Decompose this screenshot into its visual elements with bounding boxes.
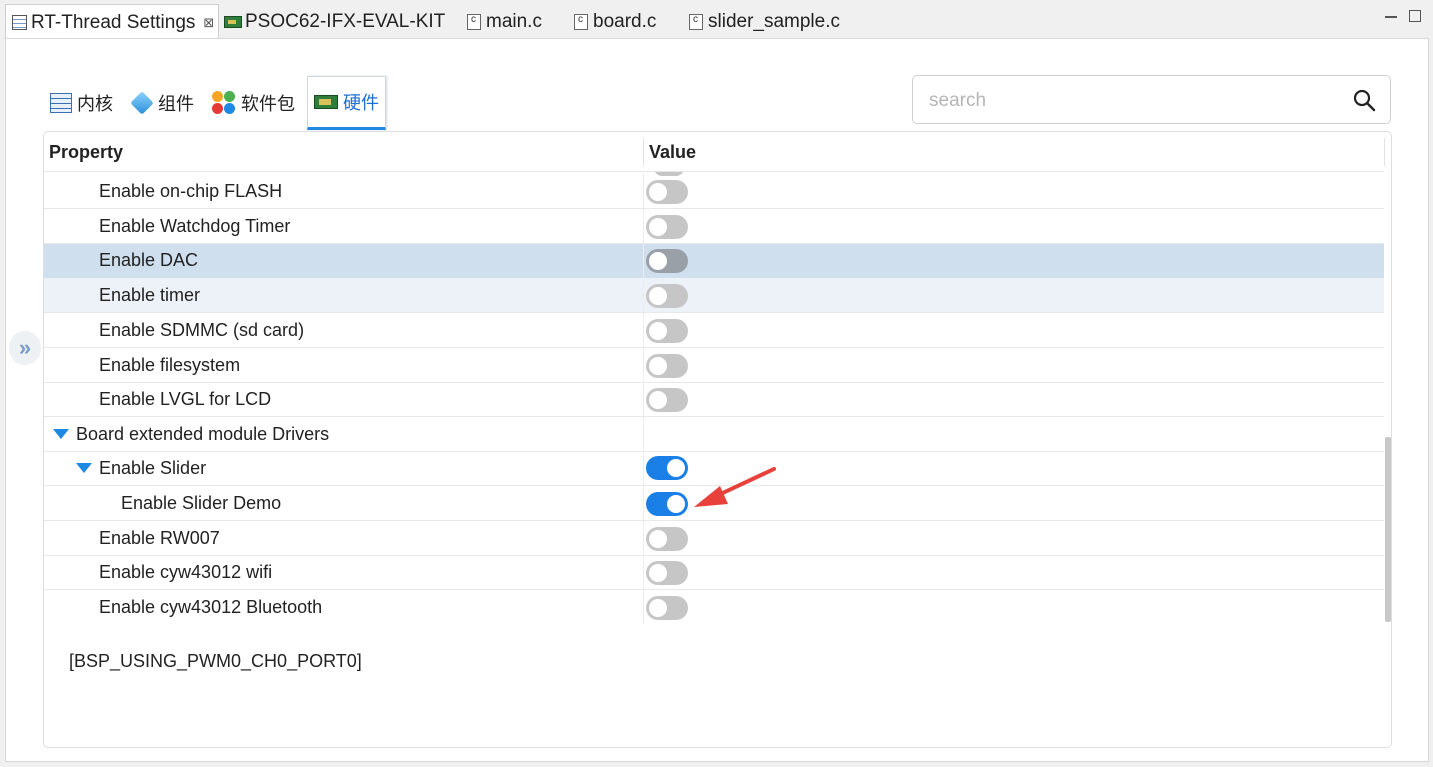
toggle-switch[interactable] <box>646 527 688 551</box>
tab-psoc62-board[interactable]: PSOC62-IFX-EVAL-KIT <box>224 6 445 38</box>
close-icon[interactable]: ⊠ <box>203 15 214 31</box>
property-label: Enable Slider <box>99 458 207 478</box>
property-table: Property Value Enable on-chip FLASH Enab… <box>43 131 1392 748</box>
property-label: Enable on-chip FLASH <box>99 181 283 201</box>
toggle-switch[interactable] <box>646 284 688 308</box>
search-box <box>912 75 1391 124</box>
table-row[interactable]: Enable cyw43012 wifi <box>44 555 1384 590</box>
packages-icon <box>212 91 236 115</box>
table-row[interactable]: Enable LVGL for LCD <box>44 382 1384 417</box>
toggle-switch[interactable] <box>646 561 688 585</box>
table-row[interactable]: Enable cyw43012 Bluetooth <box>44 590 1384 624</box>
column-header-value[interactable]: Value <box>649 142 696 163</box>
property-label: Board extended module Drivers <box>76 424 330 444</box>
column-header-property[interactable]: Property <box>49 142 123 163</box>
c-file-icon <box>689 14 703 30</box>
toggle-switch[interactable] <box>646 249 688 273</box>
property-label: Enable cyw43012 Bluetooth <box>99 597 323 617</box>
tab-main-c[interactable]: main.c <box>467 6 542 38</box>
tab-label: 硬件 <box>343 93 379 113</box>
property-label: Enable LVGL for LCD <box>99 389 272 409</box>
tab-kernel[interactable]: 内核 <box>44 76 119 130</box>
toggle-switch[interactable] <box>646 456 688 480</box>
table-row[interactable]: Enable Watchdog Timer <box>44 209 1384 244</box>
search-input[interactable] <box>929 88 1329 114</box>
tab-label: 软件包 <box>241 94 295 114</box>
property-description: [BSP_USING_PWM0_CH0_PORT0] <box>69 651 362 671</box>
expand-arrow-icon[interactable] <box>53 429 69 439</box>
cube-icon <box>130 91 154 115</box>
c-file-icon <box>574 14 588 30</box>
window-buttons <box>1385 10 1421 22</box>
expand-arrow-icon[interactable] <box>76 463 92 473</box>
tab-slider-sample-c[interactable]: slider_sample.c <box>689 6 840 38</box>
table-row[interactable]: Enable RW007 <box>44 521 1384 556</box>
property-label: Enable Watchdog Timer <box>99 216 291 236</box>
column-divider <box>1384 138 1385 166</box>
board-icon <box>314 95 338 109</box>
toggle-switch[interactable] <box>646 492 688 516</box>
tab-label: RT-Thread Settings <box>31 11 196 33</box>
toggle-switch[interactable] <box>646 354 688 378</box>
table-row[interactable]: Enable SDMMC (sd card) <box>44 313 1384 348</box>
table-row[interactable]: Enable filesystem <box>44 348 1384 383</box>
editor-tab-bar: RT-Thread Settings ⊠ PSOC62-IFX-EVAL-KIT… <box>0 0 1433 40</box>
table-row-hover[interactable]: Enable timer <box>44 278 1384 313</box>
settings-file-icon <box>12 15 27 30</box>
property-label: Enable SDMMC (sd card) <box>99 320 305 340</box>
table-header: Property Value <box>44 132 1385 172</box>
tab-rt-thread-settings[interactable]: RT-Thread Settings ⊠ <box>5 4 220 40</box>
property-label: Enable DAC <box>99 250 199 270</box>
tab-label: slider_sample.c <box>708 11 840 32</box>
tab-label: board.c <box>593 11 657 32</box>
tab-label: PSOC62-IFX-EVAL-KIT <box>245 11 446 32</box>
property-label: Enable cyw43012 wifi <box>99 562 273 582</box>
property-label: Enable Slider Demo <box>121 493 282 513</box>
toggle-switch[interactable] <box>646 319 688 343</box>
chevrons-right-icon: » <box>18 335 32 360</box>
scrollbar-thumb[interactable] <box>1385 437 1391 622</box>
tab-label: 内核 <box>77 94 113 114</box>
tab-packages[interactable]: 软件包 <box>206 76 301 130</box>
table-row-selected[interactable]: Enable DAC <box>44 244 1384 279</box>
property-label: Enable RW007 <box>99 528 220 548</box>
maximize-icon[interactable] <box>1409 10 1421 22</box>
column-divider[interactable] <box>643 138 644 166</box>
table-row[interactable]: Enable on-chip FLASH <box>44 174 1384 209</box>
table-body: Enable on-chip FLASH Enable Watchdog Tim… <box>44 172 1384 624</box>
c-file-icon <box>467 14 481 30</box>
table-icon <box>50 93 72 113</box>
table-row-group[interactable]: Board extended module Drivers <box>44 417 1384 452</box>
toggle-switch[interactable] <box>646 596 688 620</box>
toggle-switch[interactable] <box>646 180 688 204</box>
tab-components[interactable]: 组件 <box>125 76 200 130</box>
property-label: Enable timer <box>99 285 201 305</box>
toggle-switch[interactable] <box>646 388 688 412</box>
tab-board-c[interactable]: board.c <box>574 6 656 38</box>
category-tabs: 内核 组件 软件包 硬件 <box>44 76 392 130</box>
annotation-arrow-icon <box>694 467 776 507</box>
tab-label: main.c <box>486 11 542 32</box>
minimize-icon[interactable] <box>1385 10 1397 18</box>
tab-label: 组件 <box>158 94 194 114</box>
expand-sidebar-button[interactable]: » <box>9 331 41 365</box>
tab-hardware[interactable]: 硬件 <box>307 76 386 130</box>
board-icon <box>224 16 242 28</box>
toggle-switch[interactable] <box>646 215 688 239</box>
search-icon[interactable] <box>1352 88 1376 112</box>
property-label: Enable filesystem <box>99 355 241 375</box>
